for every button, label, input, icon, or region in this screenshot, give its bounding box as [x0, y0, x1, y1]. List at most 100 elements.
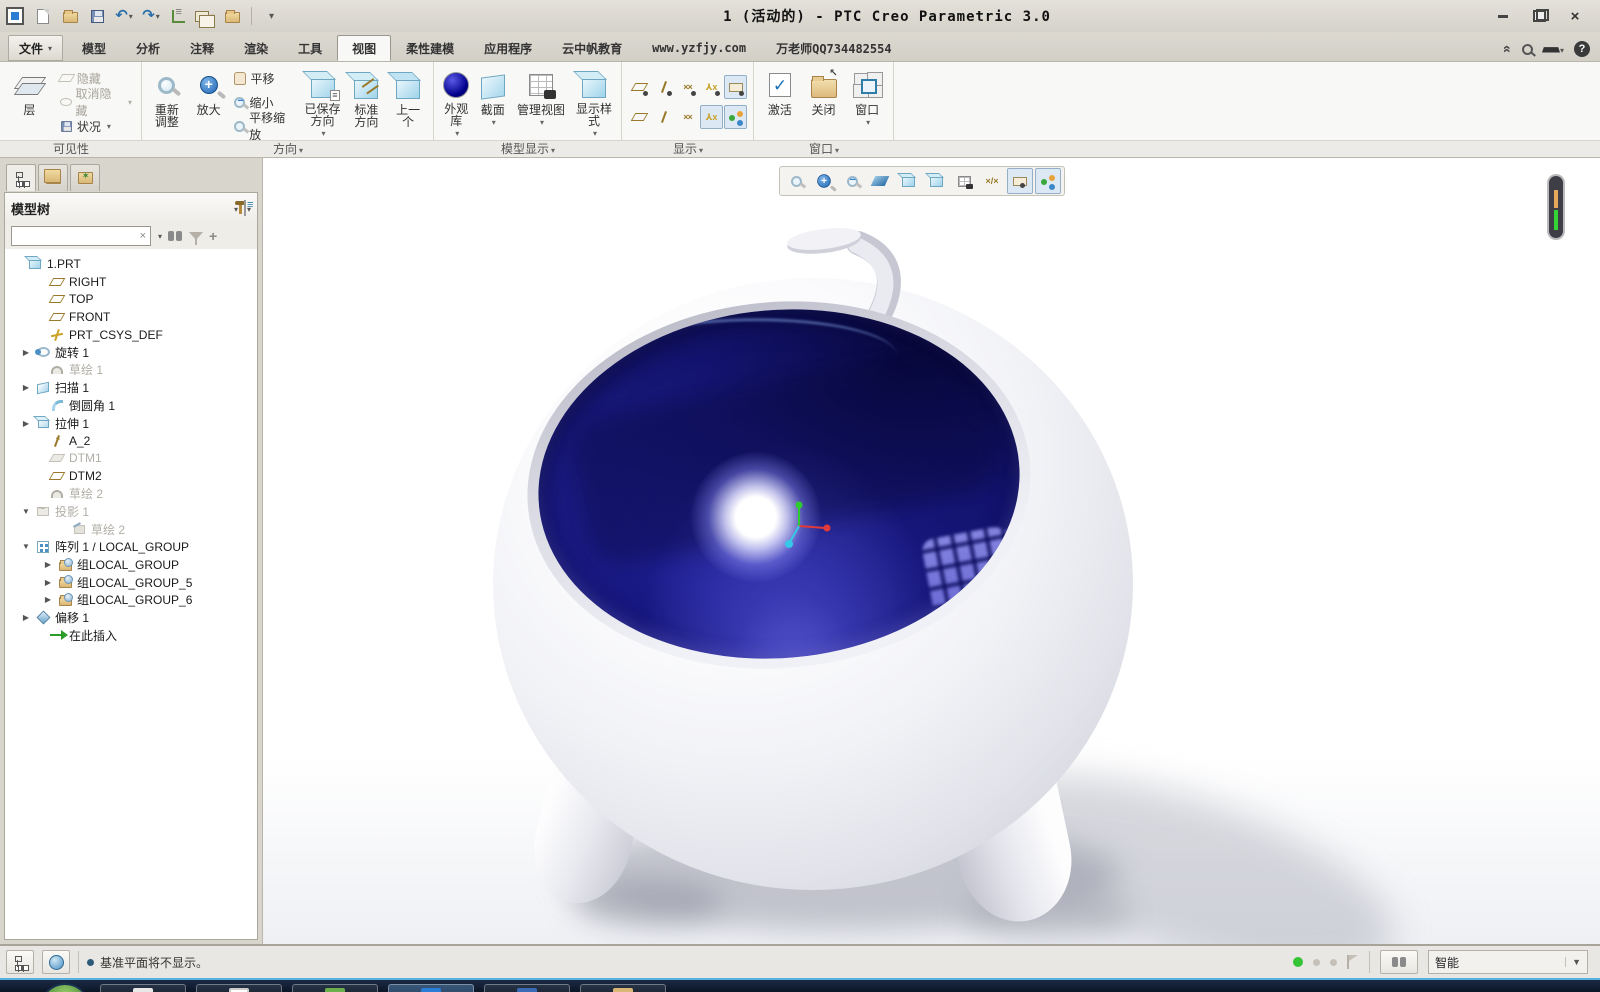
- search-icon[interactable]: [1522, 44, 1533, 55]
- tab-view[interactable]: 视图: [337, 35, 391, 61]
- expander-icon[interactable]: ▶: [21, 613, 31, 622]
- model-tree-tab[interactable]: [6, 164, 36, 191]
- taskbar-app-button[interactable]: [484, 984, 570, 992]
- graphics-viewport[interactable]: ×/×: [262, 158, 1600, 944]
- previous-orientation-button[interactable]: 上一个: [389, 66, 427, 138]
- selection-filter-combo[interactable]: 智能 ▼: [1428, 950, 1588, 974]
- tree-item-dtm2[interactable]: DTM2: [5, 467, 257, 485]
- tab-annotate[interactable]: 注释: [175, 35, 229, 61]
- tree-search-box[interactable]: ×: [11, 226, 151, 246]
- orientation-group-label[interactable]: 方向: [142, 141, 434, 157]
- tree-item-insert-here[interactable]: 在此插入: [5, 626, 257, 644]
- tab-tools[interactable]: 工具: [283, 35, 337, 61]
- help-icon[interactable]: ?: [1574, 41, 1590, 57]
- annotation-display-toggle[interactable]: [724, 75, 747, 99]
- tree-item-top-plane[interactable]: TOP: [5, 290, 257, 308]
- learning-center-button[interactable]: ▾: [1543, 42, 1564, 56]
- standard-orientation-button[interactable]: 标准方向: [348, 66, 386, 138]
- close-button[interactable]: ×: [1564, 7, 1586, 25]
- saved-orientations-graphics-button[interactable]: [923, 168, 949, 194]
- redo-button[interactable]: ↷▾: [140, 5, 162, 27]
- datum-display-filters-button[interactable]: ×/×: [979, 168, 1005, 194]
- tab-teacher-qq[interactable]: 万老师QQ734482554: [761, 35, 906, 61]
- expander-icon[interactable]: ▶: [21, 419, 31, 428]
- tree-item-group5[interactable]: ▶组LOCAL_GROUP_5: [5, 573, 257, 591]
- find-binoculars-icon[interactable]: [168, 231, 183, 241]
- taskbar-app-button-active[interactable]: [388, 984, 474, 992]
- display-style-graphics-button[interactable]: [895, 168, 921, 194]
- activate-button[interactable]: 激活: [760, 66, 800, 138]
- annotation-display-graphics-button[interactable]: [1007, 168, 1033, 194]
- csys-tag-toggle[interactable]: ⅄x: [700, 105, 723, 129]
- point-tag-toggle[interactable]: ××: [676, 105, 699, 129]
- redo-dropdown[interactable]: ▾: [156, 12, 160, 21]
- browser-button[interactable]: [42, 950, 70, 974]
- view-manager-button[interactable]: [951, 168, 977, 194]
- zoom-in-button[interactable]: 放大: [190, 66, 228, 138]
- search-options-dropdown[interactable]: ▾: [158, 232, 162, 241]
- tab-website[interactable]: www.yzfjy.com: [637, 35, 761, 61]
- minimize-button[interactable]: [1492, 7, 1514, 25]
- axis-display-toggle[interactable]: [652, 75, 675, 99]
- expander-icon[interactable]: ▶: [43, 595, 53, 604]
- axis-tag-toggle[interactable]: [652, 105, 675, 129]
- regenerate-button[interactable]: [167, 5, 189, 27]
- customize-toolbar-button[interactable]: ▾: [260, 5, 282, 27]
- favorites-tab[interactable]: [70, 164, 100, 191]
- tab-model[interactable]: 模型: [67, 35, 121, 61]
- zoom-out-graphics-button[interactable]: [839, 168, 865, 194]
- filter-funnel-icon[interactable]: [189, 232, 203, 240]
- tree-item-part[interactable]: 1.PRT: [5, 255, 257, 273]
- open-file-button[interactable]: [59, 5, 81, 27]
- restore-button[interactable]: [1528, 7, 1550, 25]
- tree-search-input[interactable]: [12, 228, 136, 244]
- expander-icon[interactable]: ▶: [43, 560, 53, 569]
- tree-item-round[interactable]: 倒圆角 1: [5, 397, 257, 415]
- expander-icon[interactable]: ▼: [21, 542, 31, 551]
- plane-display-toggle[interactable]: [628, 75, 651, 99]
- refit-button[interactable]: 重新调整: [148, 66, 186, 138]
- tab-render[interactable]: 渲染: [229, 35, 283, 61]
- tree-item-projection[interactable]: ▼投影 1: [5, 503, 257, 521]
- tab-analysis[interactable]: 分析: [121, 35, 175, 61]
- point-display-toggle[interactable]: ××: [676, 75, 699, 99]
- layers-button[interactable]: 层: [6, 66, 53, 138]
- app-icon[interactable]: [6, 7, 24, 25]
- tab-file[interactable]: 文件▾: [8, 35, 63, 61]
- window-switch-button[interactable]: ▾: [194, 5, 216, 27]
- refit-graphics-button[interactable]: [783, 168, 809, 194]
- plane-tag-toggle[interactable]: [628, 105, 651, 129]
- save-button[interactable]: [86, 5, 108, 27]
- close-window-group-button[interactable]: 关闭: [804, 66, 844, 138]
- csys-display-toggle[interactable]: ⅄x: [700, 75, 723, 99]
- spin-center-graphics-button[interactable]: [1035, 168, 1061, 194]
- close-window-button[interactable]: [221, 5, 243, 27]
- tree-item-group1[interactable]: ▶组LOCAL_GROUP: [5, 556, 257, 574]
- repaint-button[interactable]: [867, 168, 893, 194]
- zoom-in-graphics-button[interactable]: [811, 168, 837, 194]
- tree-item-extrude[interactable]: ▶拉伸 1: [5, 414, 257, 432]
- expander-icon[interactable]: ▶: [21, 348, 31, 357]
- display-style-button[interactable]: 显示样式: [573, 66, 615, 138]
- taskbar-app-button[interactable]: [196, 984, 282, 992]
- tab-applications[interactable]: 应用程序: [469, 35, 547, 61]
- tree-item-group6[interactable]: ▶组LOCAL_GROUP_6: [5, 591, 257, 609]
- tab-flexible-modeling[interactable]: 柔性建模: [391, 35, 469, 61]
- tree-item-projection-sketch[interactable]: 草绘 2: [5, 520, 257, 538]
- windows-button[interactable]: 窗口: [847, 66, 887, 138]
- expander-icon[interactable]: ▶: [43, 578, 53, 587]
- undo-button[interactable]: ↶▾: [113, 5, 135, 27]
- expander-icon[interactable]: ▼: [21, 507, 31, 516]
- find-button[interactable]: [1380, 950, 1418, 974]
- tree-item-pattern[interactable]: ▼阵列 1 / LOCAL_GROUP: [5, 538, 257, 556]
- tree-item-sketch1[interactable]: 草绘 1: [5, 361, 257, 379]
- tree-tools-button[interactable]: ▾: [233, 201, 238, 215]
- show-group-label[interactable]: 显示: [622, 141, 754, 157]
- taskbar-app-button[interactable]: [292, 984, 378, 992]
- manage-views-button[interactable]: 管理视图: [513, 66, 569, 138]
- clear-search-icon[interactable]: ×: [136, 230, 150, 242]
- model-display-group-label[interactable]: 模型显示: [434, 141, 622, 157]
- tree-item-axis[interactable]: A_2: [5, 432, 257, 450]
- pan-zoom-button[interactable]: 平移缩放: [231, 116, 297, 136]
- pan-button[interactable]: 平移: [231, 68, 297, 88]
